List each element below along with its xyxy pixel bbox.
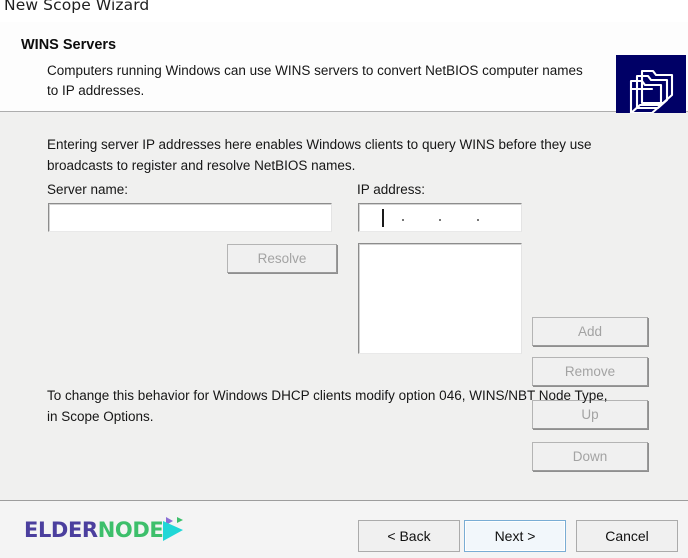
server-name-label: Server name: [47,182,129,197]
cancel-button[interactable]: Cancel [576,520,678,552]
text-caret [382,209,384,227]
ip-separator-dot [477,219,479,221]
eldernode-logo: ELDER NODE [24,515,188,545]
page-title: WINS Servers [21,37,117,53]
remove-button[interactable]: Remove [532,357,648,386]
next-button[interactable]: Next > [464,520,566,552]
back-button[interactable]: < Back [358,520,460,552]
move-down-button[interactable]: Down [532,442,648,471]
outro-text: To change this behavior for Windows DHCP… [47,388,608,424]
play-arrow-icon [152,516,188,544]
wins-server-listbox[interactable] [358,243,522,354]
wizard-body: Entering server IP addresses here enable… [0,113,688,500]
intro-text: Entering server IP addresses here enable… [47,137,592,173]
new-scope-wizard-dialog: New Scope Wizard WINS Servers Computers … [0,0,688,558]
window-titlebar: New Scope Wizard [0,0,688,22]
ip-separator-dot [402,219,404,221]
resolve-button[interactable]: Resolve [227,244,337,273]
logo-text-elder: ELDER [24,517,98,542]
add-button[interactable]: Add [532,317,648,346]
ip-separator-dot [439,219,441,221]
ip-address-input[interactable] [358,203,522,232]
ip-address-label: IP address: [357,182,426,197]
wizard-header: WINS Servers Computers running Windows c… [0,22,688,125]
server-name-input[interactable] [48,203,332,232]
window-title: New Scope Wizard [4,0,150,14]
page-description: Computers running Windows can use WINS s… [47,63,583,98]
